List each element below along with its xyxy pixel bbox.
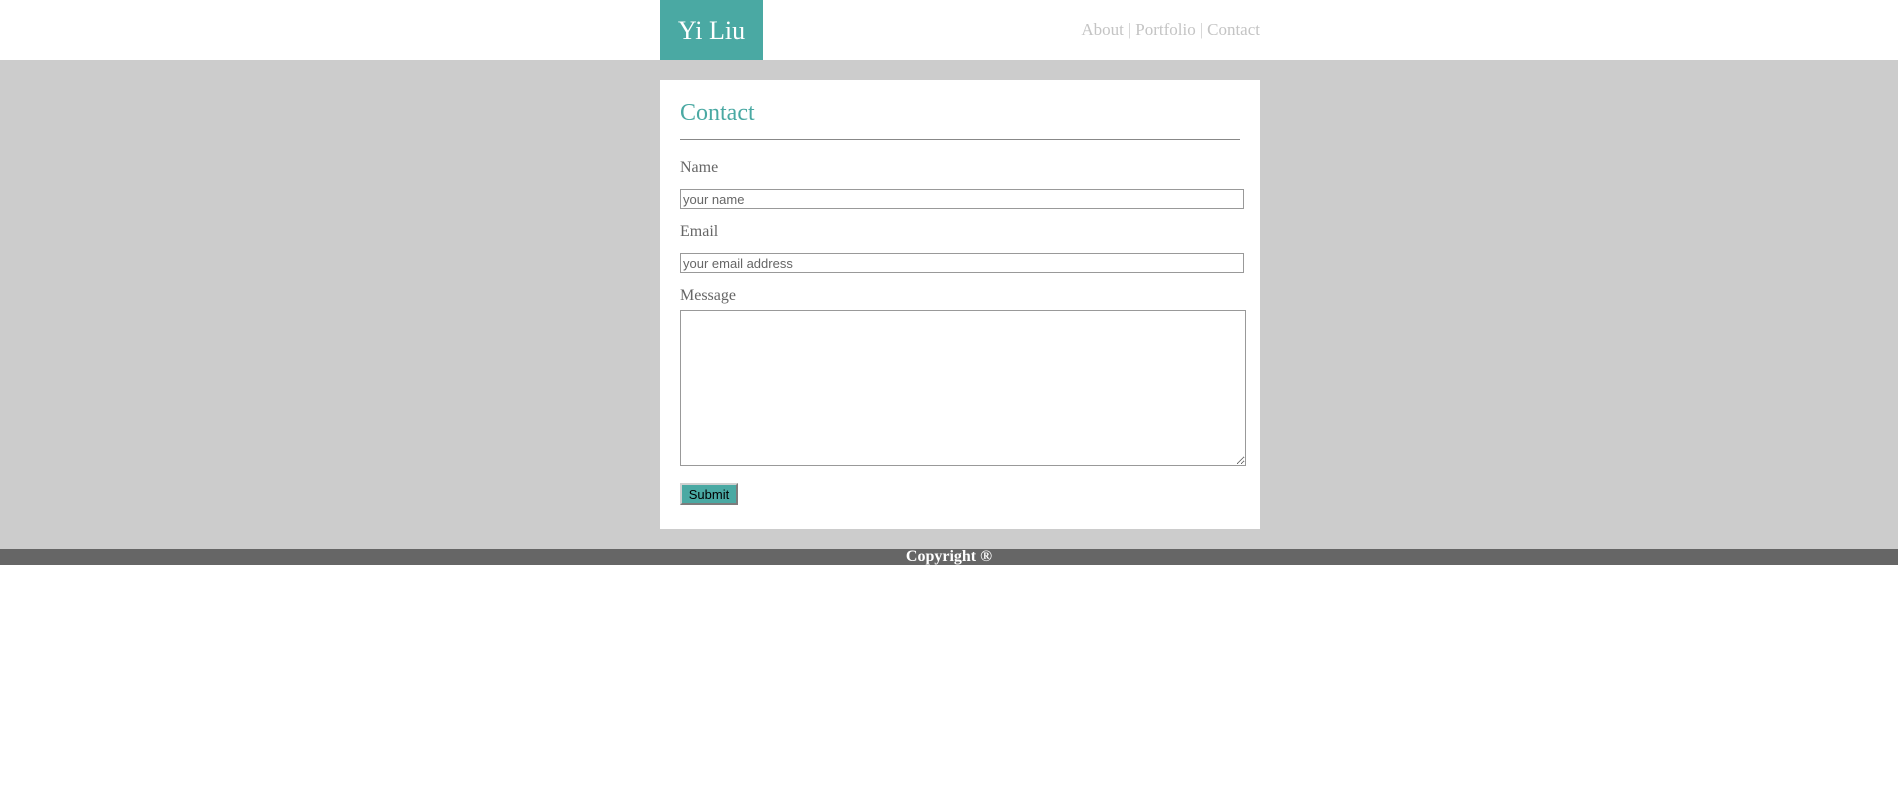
nav-portfolio-link[interactable]: Portfolio xyxy=(1135,20,1195,39)
copyright-text: Copyright ® xyxy=(905,548,993,565)
site-header: Yi Liu About | Portfolio | Contact xyxy=(0,0,1898,60)
nav-about-link[interactable]: About xyxy=(1081,20,1124,39)
email-label: Email xyxy=(680,223,719,240)
title-divider xyxy=(680,139,1240,140)
main-content: Contact Name Email Message Submit xyxy=(0,60,1898,549)
page-title: Contact xyxy=(680,100,755,126)
nav-contact-link[interactable]: Contact xyxy=(1207,20,1260,39)
nav-separator: | xyxy=(1127,20,1132,39)
message-textarea[interactable] xyxy=(680,310,1246,466)
main-nav: About | Portfolio | Contact xyxy=(1081,20,1260,40)
site-logo[interactable]: Yi Liu xyxy=(660,0,763,60)
site-footer: Copyright ® xyxy=(0,549,1898,565)
email-input[interactable] xyxy=(680,253,1244,273)
submit-button[interactable]: Submit xyxy=(680,483,738,505)
name-label: Name xyxy=(680,159,719,176)
contact-card: Contact Name Email Message Submit xyxy=(660,80,1260,529)
nav-separator: | xyxy=(1199,20,1204,39)
message-label: Message xyxy=(680,287,736,304)
name-input[interactable] xyxy=(680,189,1244,209)
